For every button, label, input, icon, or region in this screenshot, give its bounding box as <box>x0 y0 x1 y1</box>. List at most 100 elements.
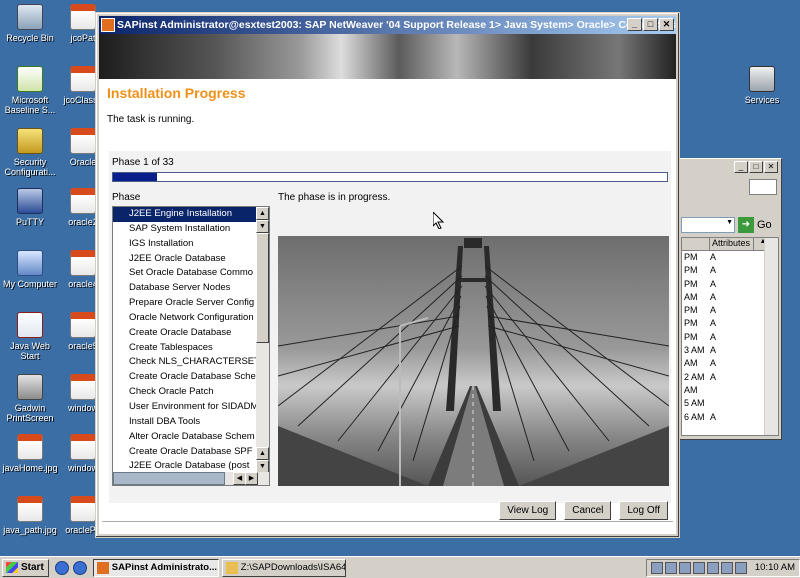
desktop-icon-javahome[interactable]: javaHome.jpg <box>0 434 60 473</box>
log-off-button[interactable]: Log Off <box>619 501 668 520</box>
phase-list-item[interactable]: Set Oracle Database Commo <box>113 266 256 281</box>
vertical-scrollbar[interactable]: ▲ ▼ ▲ ▼ <box>256 207 269 473</box>
phase-list-item[interactable]: Create Oracle Database <box>113 326 256 341</box>
minimize-icon[interactable]: _ <box>734 161 748 173</box>
header-banner-image <box>99 34 676 79</box>
sapinst-window[interactable]: SAPinst Administrator@esxtest2003: SAP N… <box>95 12 680 538</box>
phase-list-item[interactable]: Alter Oracle Database Schem <box>113 430 256 445</box>
minimize-button[interactable]: _ <box>627 18 642 31</box>
phase-list-item[interactable]: Create Oracle Database Sche <box>113 370 256 385</box>
desktop-icon-security-config[interactable]: Security Configurati... <box>0 128 60 177</box>
clock: 10:10 AM <box>754 562 795 573</box>
phase-list-item[interactable]: Create Oracle Database SPF <box>113 445 256 460</box>
desktop-icon-mbsa[interactable]: Microsoft Baseline S... <box>0 66 60 115</box>
recycle-bin-icon <box>17 4 43 30</box>
taskbar-button-folder[interactable]: Z:\SAPDownloads\ISA64... <box>221 558 346 577</box>
maximize-icon[interactable]: □ <box>749 161 763 173</box>
phase-list-item[interactable]: Install DBA Tools <box>113 415 256 430</box>
phase-list-item[interactable]: Check Oracle Patch <box>113 385 256 400</box>
file-list[interactable]: Attributes ▲ PM A PM A PM A AM A PM A PM A PM A… <box>681 237 779 436</box>
camera-icon <box>17 374 43 400</box>
vertical-scrollbar[interactable] <box>764 238 778 435</box>
go-arrow-icon[interactable]: ➜ <box>738 217 754 233</box>
taskbar-button-sapinst[interactable]: SAPinst Administrato... <box>92 558 219 577</box>
phase-list-item[interactable]: Create Tablespaces <box>113 341 256 356</box>
network-icon[interactable] <box>720 561 733 574</box>
internet-explorer-icon[interactable] <box>54 560 69 575</box>
phase-counter: Phase 1 of 33 <box>112 157 174 168</box>
bridge-photo <box>278 236 669 486</box>
phase-list-item[interactable]: Oracle Network Configuration <box>113 311 256 326</box>
scrollbar-thumb[interactable] <box>113 472 225 485</box>
file-icon <box>70 496 96 522</box>
progress-bar-fill <box>113 173 158 181</box>
tray-icon[interactable] <box>664 561 677 574</box>
scroll-up-icon[interactable]: ▲ <box>256 207 269 220</box>
taskbar: Start SAPinst Administrato... Z:\SAPDown… <box>0 556 800 578</box>
window-titlebar[interactable]: SAPinst Administrator@esxtest2003: SAP N… <box>99 16 676 34</box>
desktop-icon-label: Microsoft Baseline S... <box>4 95 56 115</box>
go-button-label[interactable]: Go <box>757 219 772 231</box>
column-header-modified[interactable] <box>682 238 710 250</box>
image-file-icon <box>17 496 43 522</box>
progress-panel: Phase 1 of 33 Phase The phase is in prog… <box>109 151 671 503</box>
quick-launch-icon[interactable] <box>72 560 87 575</box>
tray-icon[interactable] <box>734 561 747 574</box>
phase-list-item[interactable]: Check NLS_CHARACTERSET <box>113 355 256 370</box>
desktop-icon-label: Services <box>744 95 780 105</box>
phase-list[interactable]: J2EE Engine Installation SAP System Insta… <box>112 206 270 486</box>
main-content: Installation Progress The task is runnin… <box>99 79 676 534</box>
close-button[interactable]: ✕ <box>659 18 674 31</box>
tray-icon[interactable] <box>678 561 691 574</box>
tray-icon[interactable] <box>706 561 719 574</box>
file-icon <box>70 128 96 154</box>
desktop-icon-recycle-bin[interactable]: Recycle Bin <box>0 4 60 43</box>
file-icon <box>70 312 96 338</box>
phase-list-item[interactable]: Prepare Oracle Server Config <box>113 296 256 311</box>
scroll-right-icon[interactable]: ▶ <box>245 472 258 485</box>
cancel-button[interactable]: Cancel <box>564 501 612 520</box>
gears-icon <box>749 66 775 92</box>
desktop-icon-services[interactable]: Services <box>732 66 792 105</box>
phase-list-item[interactable]: IGS Installation <box>113 237 256 252</box>
desktop-icon-putty[interactable]: PuTTY <box>0 188 60 227</box>
desktop-icon-gadwin[interactable]: Gadwin PrintScreen <box>0 374 60 423</box>
background-window-titlebar[interactable]: _ □ ✕ <box>679 159 781 177</box>
image-file-icon <box>17 434 43 460</box>
horizontal-scrollbar[interactable]: ◀ ▶ <box>113 472 269 485</box>
desktop-icon-java-web-start[interactable]: Java Web Start <box>0 312 60 361</box>
phase-list-item[interactable]: J2EE Engine Installation <box>113 207 256 222</box>
phase-list-item[interactable]: J2EE Oracle Database <box>113 252 256 267</box>
window-title: SAPinst Administrator@esxtest2003: SAP N… <box>117 19 676 31</box>
phase-list-item[interactable]: User Environment for SIDADM <box>113 400 256 415</box>
putty-icon <box>17 188 43 214</box>
phase-message: The phase is in progress. <box>278 192 391 203</box>
desktop-icon-my-computer[interactable]: My Computer <box>0 250 60 289</box>
maximize-button[interactable]: □ <box>643 18 658 31</box>
system-tray: 10:10 AM <box>645 558 800 577</box>
phase-list-item[interactable]: Database Server Nodes <box>113 281 256 296</box>
view-log-button[interactable]: View Log <box>499 501 557 520</box>
scroll-up-icon[interactable]: ▲ <box>256 447 269 460</box>
desktop-icon-label: PuTTY <box>15 217 44 227</box>
phase-list-item[interactable]: SAP System Installation <box>113 222 256 237</box>
close-icon[interactable]: ✕ <box>764 161 778 173</box>
tray-icon[interactable] <box>650 561 663 574</box>
address-dropdown[interactable] <box>681 217 735 233</box>
file-icon <box>70 188 96 214</box>
column-header-attributes[interactable]: Attributes <box>710 238 754 250</box>
start-label: Start <box>21 561 44 573</box>
background-window[interactable]: _ □ ✕ ➜ Go Attributes ▲ PMA PMA PMA AMA … <box>678 158 782 440</box>
desktop-icon-label: java_path.jpg <box>3 525 57 535</box>
progress-bar <box>112 172 668 182</box>
volume-icon[interactable] <box>692 561 705 574</box>
file-icon <box>70 250 96 276</box>
windows-logo-icon <box>749 179 777 195</box>
scrollbar-thumb[interactable] <box>256 233 269 343</box>
scroll-down-icon[interactable]: ▼ <box>256 220 269 233</box>
desktop-icon-label: Security Configurati... <box>4 157 56 177</box>
desktop-icon-label: Gadwin PrintScreen <box>6 403 54 423</box>
desktop-icon-java-path[interactable]: java_path.jpg <box>0 496 60 535</box>
start-button[interactable]: Start <box>2 558 49 577</box>
desktop-icon-label: Java Web Start <box>10 341 50 361</box>
